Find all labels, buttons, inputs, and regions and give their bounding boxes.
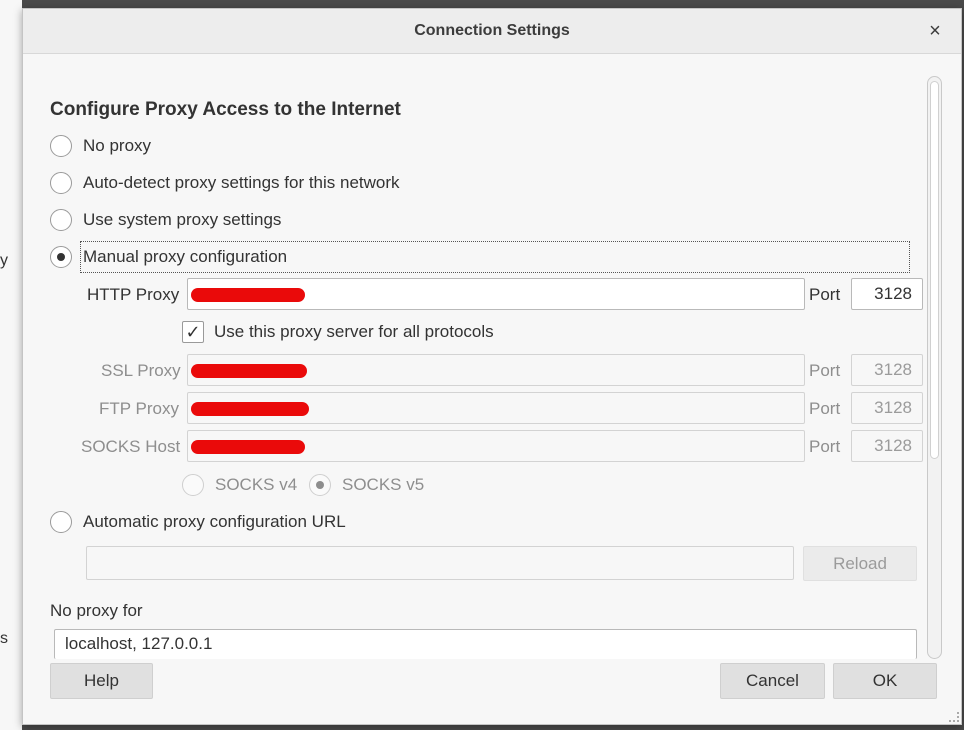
socks-v5-radio[interactable]	[309, 474, 331, 496]
auto-url-radio[interactable]	[50, 511, 72, 533]
redaction-mark	[191, 402, 309, 416]
http-proxy-label: HTTP Proxy	[87, 285, 180, 304]
socks-host-label: SOCKS Host	[81, 437, 181, 456]
help-button[interactable]: Help	[50, 663, 153, 699]
use-for-all-label[interactable]: Use this proxy server for all protocols	[214, 322, 494, 342]
auto-detect-radio[interactable]	[50, 172, 72, 194]
background-text: s	[0, 630, 8, 647]
close-icon[interactable]: ×	[923, 19, 947, 43]
http-port-label: Port	[809, 285, 841, 304]
redaction-mark	[191, 288, 305, 302]
redaction-mark	[191, 364, 307, 378]
socks-port-input[interactable]: 3128	[851, 430, 923, 462]
no-proxy-for-textarea[interactable]: localhost, 127.0.0.1	[54, 629, 917, 659]
titlebar: Connection Settings ×	[23, 9, 961, 54]
scrollbar-thumb[interactable]	[930, 81, 939, 459]
ssl-port-input[interactable]: 3128	[851, 354, 923, 386]
dialog-title: Connection Settings	[414, 22, 570, 39]
manual-proxy-label[interactable]: Manual proxy configuration	[83, 247, 287, 267]
socks-v4-radio[interactable]	[182, 474, 204, 496]
socks-port-label: Port	[809, 437, 841, 456]
scrollbar[interactable]	[927, 76, 942, 659]
ssl-port-label: Port	[809, 361, 841, 380]
http-port-input[interactable]: 3128	[851, 278, 923, 310]
socks-v5-label[interactable]: SOCKS v5	[342, 475, 424, 495]
system-proxy-radio[interactable]	[50, 209, 72, 231]
ftp-port-input[interactable]: 3128	[851, 392, 923, 424]
connection-settings-dialog: Connection Settings × Configure Proxy Ac…	[22, 8, 962, 725]
ok-button[interactable]: OK	[833, 663, 937, 699]
auto-url-input[interactable]	[86, 546, 794, 580]
reload-button[interactable]: Reload	[803, 546, 917, 581]
ftp-proxy-label: FTP Proxy	[99, 399, 179, 418]
no-proxy-radio[interactable]	[50, 135, 72, 157]
system-proxy-label[interactable]: Use system proxy settings	[83, 210, 281, 230]
section-heading: Configure Proxy Access to the Internet	[50, 99, 401, 120]
ssl-proxy-label: SSL Proxy	[101, 361, 181, 380]
redaction-mark	[191, 440, 305, 454]
socks-v4-label[interactable]: SOCKS v4	[215, 475, 297, 495]
use-for-all-checkbox[interactable]: ✓	[182, 321, 204, 343]
auto-url-label[interactable]: Automatic proxy configuration URL	[83, 512, 346, 532]
manual-proxy-radio[interactable]	[50, 246, 72, 268]
background-text: y	[0, 252, 8, 269]
auto-detect-label[interactable]: Auto-detect proxy settings for this netw…	[83, 173, 400, 193]
cancel-button[interactable]: Cancel	[720, 663, 825, 699]
no-proxy-label[interactable]: No proxy	[83, 136, 151, 156]
background-window: y s	[0, 0, 22, 730]
no-proxy-for-label: No proxy for	[50, 601, 143, 620]
resize-grip-icon[interactable]	[949, 712, 959, 722]
ftp-port-label: Port	[809, 399, 841, 418]
